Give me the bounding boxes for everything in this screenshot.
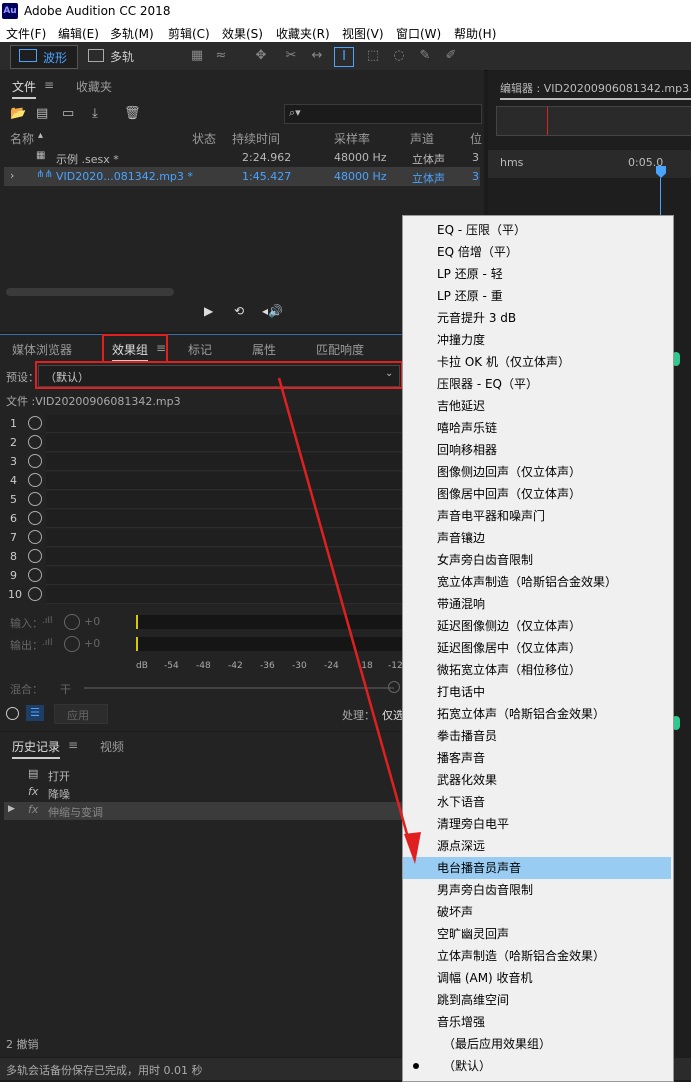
annotation-arrow-line [277,377,414,853]
annotation-arrow [277,377,421,864]
annotation-arrow-head [404,832,421,864]
